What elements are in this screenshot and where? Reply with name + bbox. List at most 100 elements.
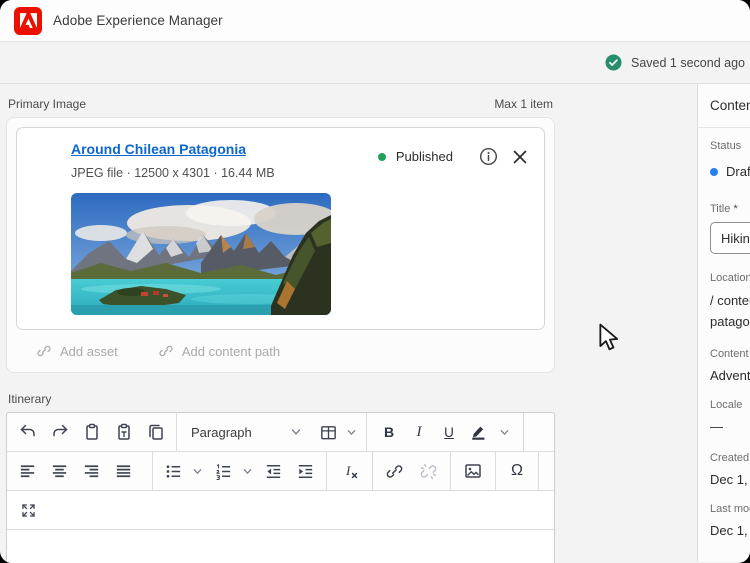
fullscreen-button[interactable]: [13, 495, 44, 525]
outdent-icon: [266, 464, 281, 478]
asset-title-link[interactable]: Around Chilean Patagonia: [71, 141, 246, 157]
indent-button[interactable]: [290, 456, 321, 486]
align-center-icon: [52, 464, 67, 477]
align-right-button[interactable]: [76, 456, 107, 486]
aem-window: Adobe Experience Manager Saved 1 second …: [0, 0, 750, 563]
insert-image-button[interactable]: [458, 456, 489, 486]
chevron-down-icon: [193, 468, 201, 474]
editor-expand-row: [7, 491, 554, 530]
undo-button[interactable]: [12, 417, 43, 447]
asset-info-button[interactable]: [477, 145, 500, 168]
paste-button[interactable]: [76, 417, 107, 447]
bullet-list-button[interactable]: [158, 456, 189, 486]
content-type-label: Content type: [710, 348, 750, 360]
status-label: Status: [710, 140, 742, 152]
location-label: Location: [710, 272, 750, 284]
location-path-line1: / content/trips/: [710, 293, 750, 308]
expand-icon: [22, 503, 35, 517]
published-status-label: Published: [395, 149, 453, 164]
asset-remove-button[interactable]: [510, 147, 530, 167]
paste-icon: [85, 423, 98, 440]
locale-value: —: [710, 419, 723, 434]
required-asterisk: *: [733, 203, 738, 215]
align-left-icon: [20, 464, 35, 477]
toolbar-row-2: I Ω: [7, 452, 554, 491]
panel-heading: Content: [710, 98, 750, 113]
highlight-dropdown-chevron[interactable]: [497, 417, 511, 447]
bold-button[interactable]: B: [377, 417, 401, 447]
paste-as-text-button[interactable]: [108, 417, 139, 447]
undo-icon: [20, 424, 35, 437]
bullet-list-chevron[interactable]: [190, 456, 204, 486]
list-indent-group: [153, 452, 327, 490]
form-content: Primary Image Max 1 item Around Chilean …: [0, 84, 697, 563]
patagonia-landscape-image: [71, 193, 331, 315]
special-char-group: Ω: [496, 452, 539, 490]
chevron-down-icon: [347, 429, 356, 435]
add-asset-button[interactable]: Add asset: [30, 342, 124, 360]
image-group: [451, 452, 496, 490]
outdent-button[interactable]: [258, 456, 289, 486]
location-path-line2: patagonia-trip: [710, 314, 750, 329]
asset-meta: JPEG file · 12500 x 4301 · 16.44 MB: [71, 166, 275, 180]
paragraph-style-dropdown[interactable]: Paragraph: [182, 425, 304, 440]
svg-text:I: I: [345, 463, 351, 478]
draft-status-value: Draft: [726, 164, 750, 179]
image-icon: [465, 464, 481, 478]
align-justify-icon: [116, 464, 131, 477]
numbered-list-chevron[interactable]: [240, 456, 254, 486]
save-status-text: Saved 1 second ago: [631, 55, 745, 70]
app-title: Adobe Experience Manager: [53, 13, 223, 28]
highlight-pen-icon: [472, 426, 485, 440]
itinerary-text-area[interactable]: [7, 530, 554, 563]
insert-table-button[interactable]: [313, 417, 343, 447]
created-value: Dec 1, 2023: [710, 472, 750, 487]
save-status-bar: Saved 1 second ago: [0, 42, 750, 84]
locale-label: Locale: [710, 399, 743, 411]
draft-status-dot: [710, 167, 718, 176]
insert-link-button[interactable]: [379, 456, 410, 486]
copy-button[interactable]: [140, 417, 171, 447]
redo-icon: [52, 424, 67, 437]
close-icon: [513, 150, 527, 163]
unlink-icon: [420, 463, 436, 479]
align-left-button[interactable]: [12, 456, 43, 486]
adobe-logo-icon: [14, 6, 42, 35]
max-items-label: Max 1 item: [494, 97, 553, 111]
add-content-path-button[interactable]: Add content path: [152, 342, 286, 360]
asset-thumbnail: [71, 193, 331, 315]
italic-button[interactable]: I: [407, 417, 431, 447]
panel-divider: [698, 127, 750, 128]
primary-image-label: Primary Image: [8, 97, 87, 111]
title-input[interactable]: [710, 222, 750, 254]
content-type-value: Adventure: [710, 368, 750, 383]
link-icon: [37, 345, 51, 357]
clear-format-group: I: [327, 452, 373, 490]
bullet-list-icon: [166, 464, 181, 478]
clear-format-icon: I: [345, 463, 357, 479]
numbered-list-button[interactable]: [208, 456, 239, 486]
align-center-button[interactable]: [44, 456, 75, 486]
indent-icon: [298, 464, 313, 478]
saved-check-icon: [605, 54, 622, 71]
modified-label: Last modified: [710, 503, 750, 515]
link-icon: [159, 345, 173, 357]
top-bar: Adobe Experience Manager: [0, 0, 750, 42]
paste-as-text-icon: [117, 423, 130, 440]
itinerary-label: Itinerary: [8, 392, 52, 406]
highlight-button[interactable]: [467, 417, 491, 447]
unlink-button[interactable]: [413, 456, 444, 486]
published-status-dot: [377, 152, 386, 161]
align-right-icon: [84, 464, 99, 477]
redo-button[interactable]: [44, 417, 75, 447]
chevron-down-icon: [292, 429, 301, 435]
special-character-button[interactable]: Ω: [502, 456, 533, 486]
format-table-group: Paragraph: [177, 413, 367, 451]
link-icon: [386, 464, 403, 478]
clear-format-button[interactable]: I: [334, 456, 365, 486]
underline-button[interactable]: U: [437, 417, 461, 447]
table-dropdown-chevron[interactable]: [344, 417, 358, 447]
align-justify-button[interactable]: [108, 456, 139, 486]
itinerary-richtext-editor: Paragraph B I U I Ω: [6, 412, 555, 563]
created-label: Created on: [710, 452, 750, 464]
